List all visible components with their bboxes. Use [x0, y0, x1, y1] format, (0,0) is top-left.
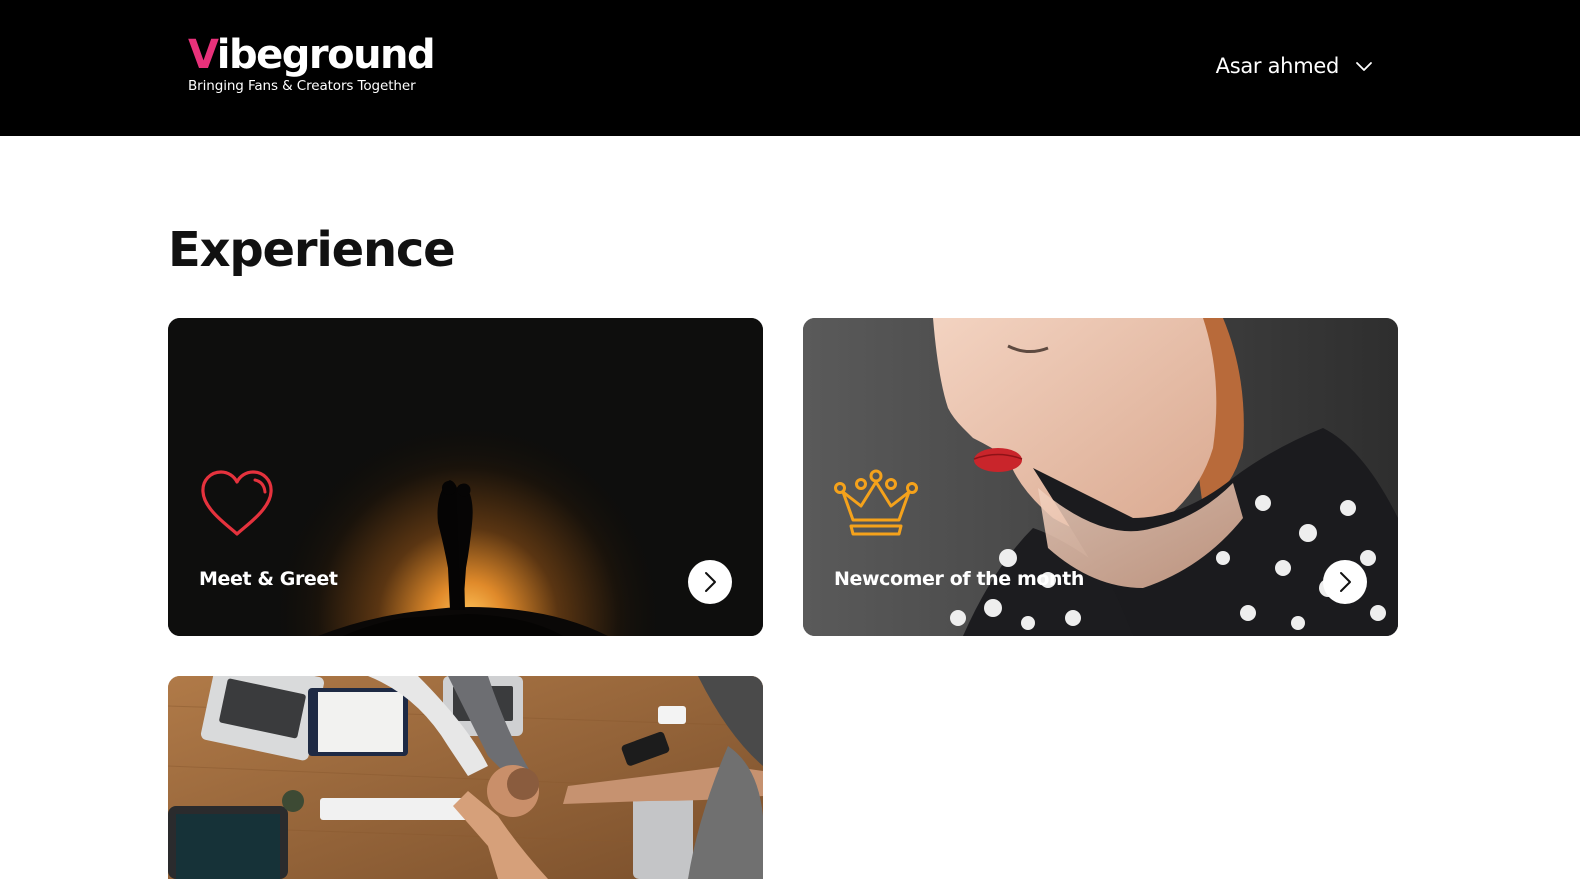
chevron-right-icon — [705, 572, 716, 592]
experience-card-team[interactable] — [168, 676, 763, 879]
card-image-team-hands — [168, 676, 763, 879]
user-menu-dropdown[interactable]: Asar ahmed — [1216, 50, 1373, 82]
experience-card-meet-greet[interactable]: Meet & Greet — [168, 318, 763, 636]
card-arrow-button[interactable] — [688, 560, 732, 604]
page-title: Experience — [168, 222, 456, 278]
card-title: Meet & Greet — [199, 568, 338, 590]
top-header: Vibeground Bringing Fans & Creators Toge… — [0, 0, 1580, 136]
logo-wordmark: Vibeground — [188, 32, 436, 78]
logo-tagline: Bringing Fans & Creators Together — [188, 78, 416, 94]
chevron-down-icon — [1356, 62, 1372, 71]
heart-icon — [201, 470, 273, 536]
experience-card-newcomer[interactable]: Newcomer of the month — [803, 318, 1398, 636]
chevron-right-icon — [1340, 572, 1351, 592]
crown-icon — [834, 469, 918, 536]
card-arrow-button[interactable] — [1323, 560, 1367, 604]
user-name: Asar ahmed — [1215, 54, 1340, 78]
vibeground-logo[interactable]: Vibeground Bringing Fans & Creators Toge… — [188, 32, 436, 94]
card-title: Newcomer of the month — [834, 568, 1084, 590]
